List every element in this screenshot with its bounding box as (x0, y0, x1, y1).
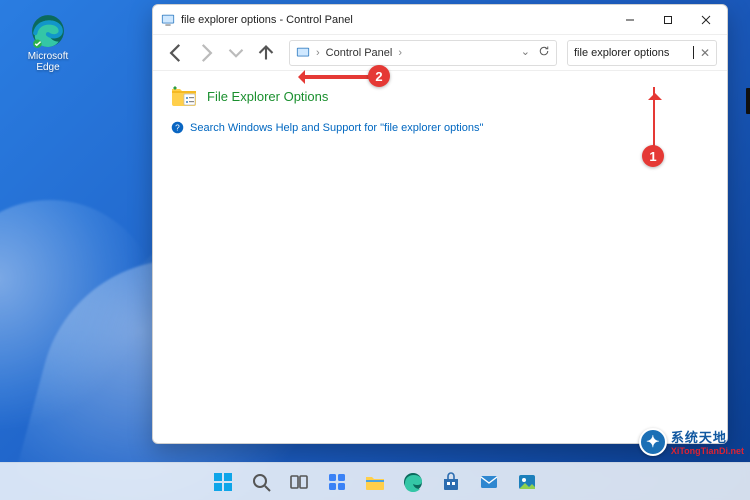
taskbar (0, 462, 750, 500)
task-view-button[interactable] (284, 467, 314, 497)
minimize-button[interactable] (611, 6, 649, 34)
watermark-title: 系统天地 (671, 427, 744, 446)
edge-button[interactable] (398, 467, 428, 497)
chevron-down-icon[interactable]: ⌄ (521, 45, 530, 60)
search-input[interactable]: file explorer options ✕ (567, 40, 717, 66)
annotation-arrow-2 (303, 75, 375, 79)
address-bar[interactable]: › Control Panel › ⌄ (289, 40, 557, 66)
watermark: ✦ 系统天地 XiTongTianDi.net (639, 427, 744, 456)
maximize-button[interactable] (649, 6, 687, 34)
annotation-arrow-1 (653, 87, 655, 147)
result-file-explorer-options[interactable]: File Explorer Options (171, 85, 709, 107)
close-button[interactable] (687, 6, 725, 34)
watermark-badge-icon: ✦ (639, 428, 667, 456)
toolbar: › Control Panel › ⌄ file explorer option… (153, 35, 727, 71)
file-explorer-button[interactable] (360, 467, 390, 497)
control-panel-icon (161, 13, 175, 27)
help-icon: ? (171, 121, 184, 134)
up-button[interactable] (253, 40, 279, 66)
clear-search-button[interactable]: ✕ (694, 46, 710, 60)
breadcrumb-segment[interactable]: Control Panel (326, 47, 393, 59)
desktop: Microsoft Edge file explorer options - C… (0, 0, 750, 500)
search-input-value: file explorer options (574, 47, 692, 59)
chevron-right-icon: › (316, 47, 320, 59)
watermark-url: XiTongTianDi.net (671, 446, 744, 456)
annotation-step-1: 1 (642, 145, 664, 167)
search-button[interactable] (246, 467, 276, 497)
store-button[interactable] (436, 467, 466, 497)
mail-button[interactable] (474, 467, 504, 497)
search-help-text: Search Windows Help and Support for "fil… (190, 122, 483, 134)
desktop-shortcut-label: Microsoft Edge (18, 51, 78, 73)
control-panel-window: file explorer options - Control Panel › … (152, 4, 728, 444)
back-button[interactable] (163, 40, 189, 66)
desktop-shortcut-edge[interactable]: Microsoft Edge (18, 14, 78, 73)
control-panel-icon (296, 46, 310, 60)
widgets-button[interactable] (322, 467, 352, 497)
results-pane: File Explorer Options ? Search Windows H… (153, 71, 727, 443)
photos-button[interactable] (512, 467, 542, 497)
titlebar[interactable]: file explorer options - Control Panel (153, 5, 727, 35)
window-title: file explorer options - Control Panel (181, 14, 611, 26)
search-help-link[interactable]: ? Search Windows Help and Support for "f… (171, 121, 709, 134)
refresh-icon[interactable] (538, 45, 550, 60)
screen-edge-mark (746, 88, 750, 114)
forward-button[interactable] (193, 40, 219, 66)
start-button[interactable] (208, 467, 238, 497)
chevron-right-icon: › (398, 47, 402, 59)
svg-text:?: ? (175, 122, 180, 132)
edge-icon (31, 14, 65, 48)
recent-locations-button[interactable] (223, 40, 249, 66)
folder-options-icon (171, 85, 197, 107)
annotation-step-2: 2 (368, 65, 390, 87)
result-link-label: File Explorer Options (207, 89, 328, 104)
